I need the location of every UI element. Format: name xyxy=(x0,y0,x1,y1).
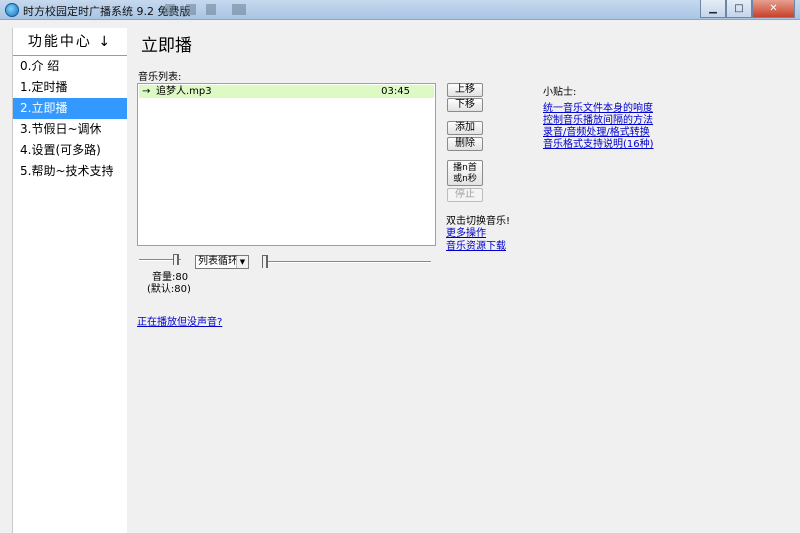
close-button[interactable]: ✕ xyxy=(752,0,795,18)
volume-slider-thumb[interactable] xyxy=(173,254,179,265)
list-item[interactable]: → 追梦人.mp3 03:45 xyxy=(139,85,434,98)
move-up-button[interactable]: 上移 xyxy=(447,83,483,97)
tips-title: 小贴士: xyxy=(543,87,577,98)
no-sound-help-link[interactable]: 正在播放但没声音? xyxy=(137,313,222,328)
move-down-button[interactable]: 下移 xyxy=(447,98,483,112)
toolbar-ghost-icon xyxy=(165,4,175,15)
chevron-down-icon[interactable]: ▼ xyxy=(236,256,248,268)
sidebar-item-settings[interactable]: 4.设置(可多路) xyxy=(13,140,127,161)
loop-mode-select[interactable]: 列表循环 ▼ xyxy=(195,255,249,269)
playing-arrow-icon: → xyxy=(142,86,151,97)
sidebar-item-intro[interactable]: 0.介 绍 xyxy=(13,56,127,77)
sidebar-header: 功能中心 ↓ xyxy=(13,28,127,56)
maximize-button[interactable]: □ xyxy=(726,0,752,18)
music-list[interactable]: → 追梦人.mp3 03:45 xyxy=(137,83,436,246)
music-list-label: 音乐列表: xyxy=(138,72,182,83)
volume-default-label: (默认:80) xyxy=(147,284,191,295)
toolbar-ghost-icon xyxy=(232,4,246,15)
progress-slider-track[interactable] xyxy=(268,261,431,263)
track-duration: 03:45 xyxy=(381,86,410,97)
tip-link-formats[interactable]: 音乐格式支持说明(16种) xyxy=(543,135,654,150)
play-n-tracks-button[interactable]: 播n首 或n秒 xyxy=(447,160,483,186)
delete-button[interactable]: 删除 xyxy=(447,137,483,151)
music-download-link[interactable]: 音乐资源下载 xyxy=(446,237,506,252)
title-bar: 时方校园定时广播系统 9.2 免费版 ▁ □ ✕ xyxy=(0,0,800,20)
sidebar-item-instant-play[interactable]: 2.立即播 xyxy=(13,98,127,119)
minimize-button[interactable]: ▁ xyxy=(700,0,726,18)
toolbar-ghost-icon xyxy=(206,4,216,15)
play-n-tracks-label: 播n首 或n秒 xyxy=(453,162,477,184)
window-controls: ▁ □ ✕ xyxy=(700,0,795,18)
page-title: 立即播 xyxy=(141,36,192,56)
sidebar-header-label: 功能中心 xyxy=(27,34,92,50)
track-name: 追梦人.mp3 xyxy=(156,86,212,97)
sidebar-item-scheduled-play[interactable]: 1.定时播 xyxy=(13,77,127,98)
app-icon xyxy=(5,3,19,17)
sidebar-item-help[interactable]: 5.帮助~技术支持 xyxy=(13,161,127,182)
add-button[interactable]: 添加 xyxy=(447,121,483,135)
stop-button: 停止 xyxy=(447,188,483,202)
toolbar-ghost-icon xyxy=(186,4,196,15)
loop-mode-value: 列表循环 xyxy=(198,256,238,267)
sidebar: 功能中心 ↓ 0.介 绍 1.定时播 2.立即播 3.节假日~调休 4.设置(可… xyxy=(12,28,127,533)
sidebar-item-holidays[interactable]: 3.节假日~调休 xyxy=(13,119,127,140)
arrow-down-icon: ↓ xyxy=(98,34,113,50)
